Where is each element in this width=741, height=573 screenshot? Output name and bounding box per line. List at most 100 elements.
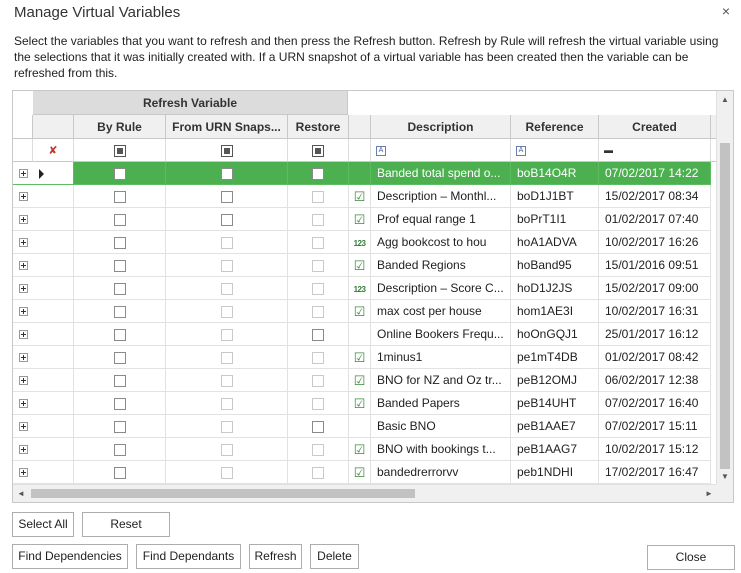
from-urn-cell[interactable] [166, 254, 288, 277]
description-cell[interactable]: max cost per house [371, 300, 511, 323]
from-urn-cell[interactable] [166, 415, 288, 438]
description-cell[interactable]: BNO with bookings t... [371, 438, 511, 461]
reference-cell[interactable]: peb1NDHI [511, 461, 599, 484]
restore-checkbox[interactable] [312, 420, 324, 433]
from-urn-checkbox[interactable] [220, 236, 233, 249]
table-row[interactable]: ☑ max cost per house hom1AE3I 10/02/2017 16… [13, 300, 717, 323]
expand-cell[interactable] [13, 369, 33, 392]
refresh-button[interactable]: Refresh [249, 544, 302, 569]
from-urn-checkbox[interactable] [220, 420, 233, 433]
select-all-button[interactable]: Select All [12, 512, 74, 537]
description-cell[interactable]: Description – Score C... [371, 277, 511, 300]
expand-plus-icon[interactable] [18, 169, 28, 179]
vertical-scroll-thumb[interactable] [720, 143, 730, 469]
restore-cell[interactable] [288, 254, 349, 277]
from-urn-cell[interactable] [166, 185, 288, 208]
from-urn-cell[interactable] [166, 323, 288, 346]
created-cell[interactable]: 01/02/2017 07:40 [599, 208, 711, 231]
from-urn-checkbox[interactable] [220, 397, 233, 410]
filter-created[interactable]: ▬ [599, 139, 711, 162]
by-rule-cell[interactable] [74, 369, 166, 392]
created-cell[interactable]: 07/02/2017 14:22 [599, 162, 711, 185]
description-cell[interactable]: Banded Papers [371, 392, 511, 415]
by-rule-cell[interactable] [74, 277, 166, 300]
by-rule-cell[interactable] [74, 438, 166, 461]
from-urn-checkbox[interactable] [220, 305, 233, 318]
table-row[interactable]: Banded total spend o... boB14O4R 07/02/201… [13, 162, 717, 185]
restore-cell[interactable] [288, 392, 349, 415]
expand-cell[interactable] [13, 208, 33, 231]
by-rule-checkbox[interactable] [113, 351, 126, 364]
by-rule-cell[interactable] [74, 231, 166, 254]
created-cell[interactable]: 10/02/2017 16:26 [599, 231, 711, 254]
description-cell[interactable]: bandedrerrorvv [371, 461, 511, 484]
expand-plus-icon[interactable] [18, 307, 28, 317]
scroll-up-icon[interactable]: ▲ [717, 91, 733, 108]
restore-cell[interactable] [288, 415, 349, 438]
restore-checkbox[interactable] [312, 167, 324, 180]
restore-cell[interactable] [288, 346, 349, 369]
by-rule-checkbox[interactable] [113, 466, 126, 479]
expand-plus-icon[interactable] [18, 330, 28, 340]
delete-button[interactable]: Delete [310, 544, 359, 569]
restore-cell[interactable] [288, 300, 349, 323]
from-urn-checkbox[interactable] [220, 167, 233, 180]
restore-checkbox[interactable] [312, 466, 324, 479]
from-urn-checkbox[interactable] [220, 213, 233, 226]
reference-cell[interactable]: hoOnGQJ1 [511, 323, 599, 346]
reference-cell[interactable]: boPrT1I1 [511, 208, 599, 231]
from-urn-checkbox[interactable] [220, 351, 233, 364]
created-cell[interactable]: 07/02/2017 16:40 [599, 392, 711, 415]
restore-checkbox[interactable] [312, 259, 324, 272]
close-icon[interactable]: × [719, 4, 733, 18]
scroll-left-icon[interactable]: ◄ [13, 485, 29, 502]
created-cell[interactable]: 15/01/2016 09:51 [599, 254, 711, 277]
by-rule-checkbox[interactable] [113, 213, 126, 226]
expand-cell[interactable] [13, 346, 33, 369]
restore-cell[interactable] [288, 185, 349, 208]
scroll-right-icon[interactable]: ► [701, 485, 717, 502]
reference-cell[interactable]: peB1AAE7 [511, 415, 599, 438]
from-urn-cell[interactable] [166, 208, 288, 231]
header-by-rule[interactable]: By Rule [74, 115, 166, 139]
expand-plus-icon[interactable] [18, 192, 28, 202]
restore-cell[interactable] [288, 461, 349, 484]
from-urn-cell[interactable] [166, 162, 288, 185]
from-urn-checkbox[interactable] [220, 190, 233, 203]
header-description[interactable]: Description [371, 115, 511, 139]
reference-cell[interactable]: boD1J1BT [511, 185, 599, 208]
close-button[interactable]: Close [647, 545, 735, 570]
restore-checkbox[interactable] [312, 190, 324, 203]
by-rule-checkbox[interactable] [113, 328, 126, 341]
description-cell[interactable]: Online Bookers Frequ... [371, 323, 511, 346]
created-cell[interactable]: 01/02/2017 08:42 [599, 346, 711, 369]
by-rule-cell[interactable] [74, 346, 166, 369]
by-rule-cell[interactable] [74, 392, 166, 415]
expand-cell[interactable] [13, 185, 33, 208]
restore-cell[interactable] [288, 277, 349, 300]
from-urn-checkbox[interactable] [220, 443, 233, 456]
expand-plus-icon[interactable] [18, 445, 28, 455]
reference-cell[interactable]: hom1AE3I [511, 300, 599, 323]
table-row[interactable]: ☑ Banded Regions hoBand95 15/01/2016 09:51 [13, 254, 717, 277]
restore-checkbox[interactable] [312, 397, 324, 410]
expand-cell[interactable] [13, 231, 33, 254]
restore-checkbox[interactable] [312, 351, 324, 364]
restore-cell[interactable] [288, 162, 349, 185]
by-rule-checkbox[interactable] [113, 259, 126, 272]
by-rule-checkbox[interactable] [113, 397, 126, 410]
from-urn-cell[interactable] [166, 231, 288, 254]
expand-plus-icon[interactable] [18, 468, 28, 478]
by-rule-checkbox[interactable] [113, 167, 126, 180]
by-rule-cell[interactable] [74, 254, 166, 277]
restore-checkbox[interactable] [312, 305, 324, 318]
horizontal-scroll-thumb[interactable] [31, 489, 415, 498]
expand-plus-icon[interactable] [18, 353, 28, 363]
by-rule-cell[interactable] [74, 185, 166, 208]
from-urn-cell[interactable] [166, 369, 288, 392]
restore-checkbox[interactable] [312, 282, 324, 295]
restore-cell[interactable] [288, 369, 349, 392]
table-row[interactable]: Online Bookers Frequ... hoOnGQJ1 25/01/201… [13, 323, 717, 346]
reference-cell[interactable]: peB14UHT [511, 392, 599, 415]
expand-plus-icon[interactable] [18, 284, 28, 294]
